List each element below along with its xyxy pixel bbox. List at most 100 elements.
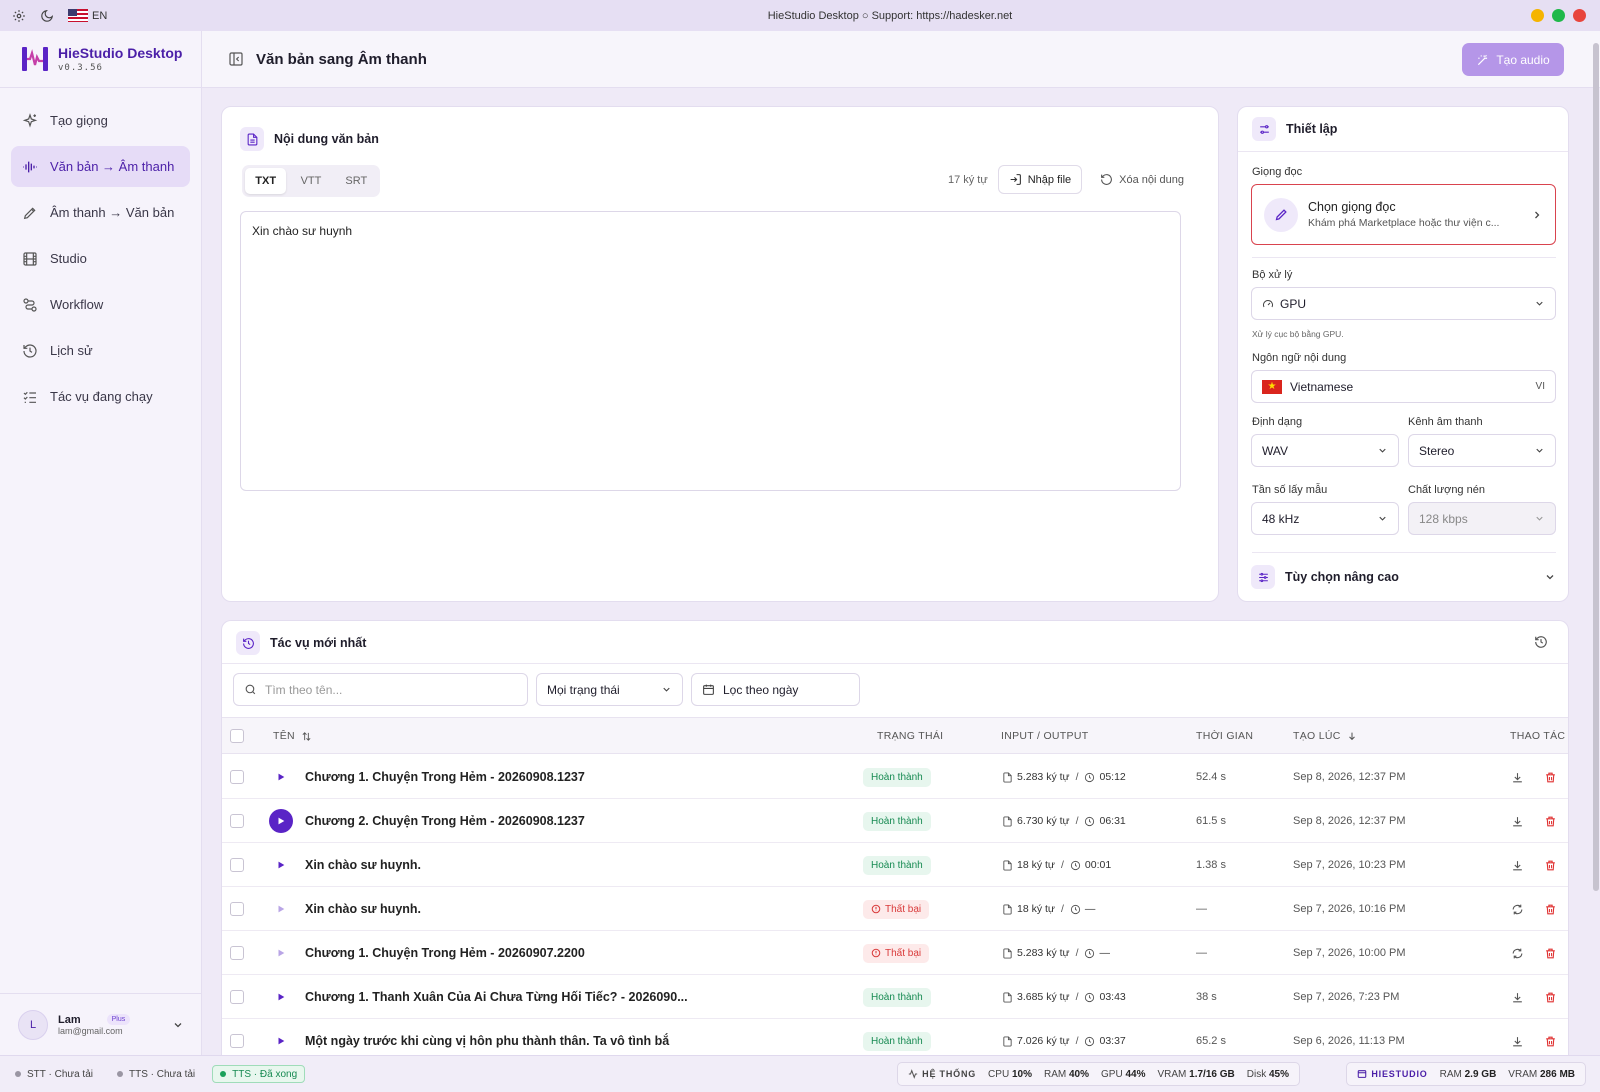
trash-icon[interactable] xyxy=(1544,815,1557,828)
minimize-button[interactable] xyxy=(1531,9,1544,22)
tab-vtt[interactable]: VTT xyxy=(290,168,331,194)
column-name[interactable]: TÊN xyxy=(273,730,312,742)
tts-done-status: TTS · Đã xong xyxy=(212,1065,306,1083)
row-checkbox[interactable] xyxy=(230,1034,244,1048)
task-name: Chương 1. Chuyện Trong Hẻm - 20260907.22… xyxy=(305,946,585,960)
play-icon[interactable] xyxy=(269,897,293,921)
play-icon[interactable] xyxy=(269,941,293,965)
format-value: WAV xyxy=(1262,443,1288,458)
io-separator: / xyxy=(1060,859,1064,871)
date-filter-button[interactable]: Lọc theo ngày xyxy=(691,673,860,706)
text-input[interactable]: Xin chào sư huynh xyxy=(240,211,1181,491)
play-icon[interactable] xyxy=(269,809,293,833)
voice-pen-icon xyxy=(1264,197,1298,232)
status-dot xyxy=(116,1071,123,1077)
input-chars: 5.283 ký tự xyxy=(1017,947,1070,959)
processor-label: Bộ xử lý xyxy=(1252,269,1293,281)
cpu-metric: CPU 10% xyxy=(988,1069,1032,1080)
sample-rate-select[interactable]: 48 kHz xyxy=(1251,502,1399,535)
format-select[interactable]: WAV xyxy=(1251,434,1399,467)
output-duration: — xyxy=(1099,947,1110,959)
clock-icon xyxy=(1084,948,1095,959)
created-at: Sep 7, 2026, 10:16 PM xyxy=(1293,903,1406,915)
select-all-checkbox[interactable] xyxy=(230,729,244,743)
app-name: HieStudio Desktop xyxy=(58,45,183,61)
retry-icon[interactable] xyxy=(1511,903,1524,916)
app-label: HIESTUDIO xyxy=(1371,1069,1428,1079)
nav-item-running-tasks[interactable]: Tác vụ đang chạy xyxy=(11,376,190,417)
system-label: HỆ THỐNG xyxy=(922,1069,977,1079)
row-checkbox[interactable] xyxy=(230,990,244,1004)
app-vram-value: 286 MB xyxy=(1539,1068,1575,1080)
user-menu[interactable]: L Lam Plus lam@gmail.com xyxy=(0,993,202,1055)
chevron-down-icon xyxy=(1534,298,1545,309)
create-audio-button[interactable]: Tạo audio xyxy=(1462,43,1564,76)
status-filter-select[interactable]: Mọi trạng thái xyxy=(536,673,683,706)
row-checkbox[interactable] xyxy=(230,770,244,784)
processor-select[interactable]: GPU xyxy=(1251,287,1556,320)
trash-icon[interactable] xyxy=(1544,771,1557,784)
play-icon[interactable] xyxy=(269,1029,293,1053)
trash-icon[interactable] xyxy=(1544,1035,1557,1048)
settings-gear-icon[interactable] xyxy=(12,9,26,23)
row-checkbox[interactable] xyxy=(230,814,244,828)
table-row: Chương 2. Chuyện Trong Hẻm - 20260908.12… xyxy=(222,799,1568,843)
row-checkbox[interactable] xyxy=(230,902,244,916)
trash-icon[interactable] xyxy=(1544,859,1557,872)
nav-item-history[interactable]: Lịch sử xyxy=(11,330,190,371)
nav-item-text-to-speech[interactable]: Văn bản → Âm thanh xyxy=(11,146,190,187)
download-icon[interactable] xyxy=(1511,1035,1524,1048)
history-icon xyxy=(22,343,38,359)
close-button[interactable] xyxy=(1573,9,1586,22)
row-checkbox[interactable] xyxy=(230,946,244,960)
nav-item-create-voice[interactable]: Tạo giọng xyxy=(11,100,190,141)
trash-icon[interactable] xyxy=(1544,991,1557,1004)
tab-srt[interactable]: SRT xyxy=(336,168,377,194)
trash-icon[interactable] xyxy=(1544,947,1557,960)
scrollbar[interactable] xyxy=(1592,31,1599,891)
tab-txt[interactable]: TXT xyxy=(245,168,287,194)
play-icon[interactable] xyxy=(269,765,293,789)
search-input[interactable]: Tìm theo tên... xyxy=(233,673,528,706)
input-chars: 7.026 ký tự xyxy=(1017,1035,1070,1047)
status-badge: Hoàn thành xyxy=(863,811,931,831)
pen-icon xyxy=(22,205,38,221)
trash-icon[interactable] xyxy=(1544,903,1557,916)
import-file-button[interactable]: Nhập file xyxy=(997,165,1083,194)
nav-item-workflow[interactable]: Workflow xyxy=(11,284,190,325)
language-select[interactable]: ★ Vietnamese VI xyxy=(1251,370,1556,403)
nav-label: Workflow xyxy=(50,297,104,312)
window-title: HieStudio Desktop ○ Support: https://had… xyxy=(767,9,1013,22)
input-chars: 18 ký tự xyxy=(1017,859,1055,871)
download-icon[interactable] xyxy=(1511,815,1524,828)
elapsed-time: 38 s xyxy=(1196,991,1217,1003)
column-created-label: TẠO LÚC xyxy=(1293,730,1341,742)
play-icon[interactable] xyxy=(269,985,293,1009)
moon-icon[interactable] xyxy=(40,9,54,23)
disk-value: 45% xyxy=(1268,1068,1289,1080)
status-badge: Hoàn thành xyxy=(863,767,931,787)
row-checkbox[interactable] xyxy=(230,858,244,872)
clear-content-button[interactable]: Xóa nội dung xyxy=(1092,173,1192,186)
output-duration: 03:43 xyxy=(1099,991,1126,1003)
title-bar: EN HieStudio Desktop ○ Support: https://… xyxy=(0,0,1600,31)
nav-item-speech-to-text[interactable]: Âm thanh → Văn bản xyxy=(11,192,190,233)
column-created[interactable]: TẠO LÚC xyxy=(1293,730,1357,742)
clock-icon xyxy=(1084,816,1095,827)
nav-item-studio[interactable]: Studio xyxy=(11,238,190,279)
choose-voice-button[interactable]: Chọn giọng đọc Khám phá Marketplace hoặc… xyxy=(1251,184,1556,245)
output-duration: 06:31 xyxy=(1099,815,1126,827)
retry-icon[interactable] xyxy=(1511,947,1524,960)
download-icon[interactable] xyxy=(1511,991,1524,1004)
file-icon xyxy=(1002,1035,1013,1047)
language-switch[interactable]: EN xyxy=(68,9,107,22)
column-actions: THAO TÁC xyxy=(1510,730,1566,742)
channel-select[interactable]: Stereo xyxy=(1408,434,1556,467)
collapse-sidebar-icon[interactable] xyxy=(228,51,244,67)
download-icon[interactable] xyxy=(1511,859,1524,872)
download-icon[interactable] xyxy=(1511,771,1524,784)
play-icon[interactable] xyxy=(269,853,293,877)
history-link-icon[interactable] xyxy=(1534,635,1548,649)
advanced-options-toggle[interactable]: Tùy chọn nâng cao xyxy=(1251,565,1556,589)
maximize-button[interactable] xyxy=(1552,9,1565,22)
